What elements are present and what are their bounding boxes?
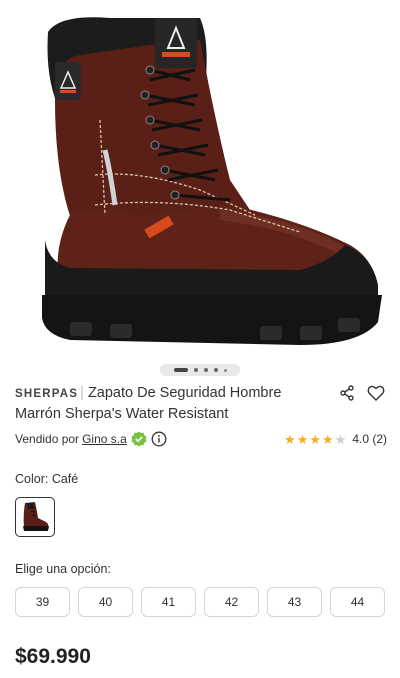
brand-name[interactable]: SHERPAS: [15, 388, 78, 400]
star-icon-filled: ★: [296, 431, 309, 447]
seller-link[interactable]: Gino s.a: [82, 432, 127, 446]
seller-prefix: Vendido por: [15, 432, 80, 446]
size-option-42[interactable]: 42: [204, 587, 259, 617]
size-options: 39 40 41 42 43 44: [15, 587, 385, 617]
info-icon[interactable]: [151, 431, 167, 447]
color-label: Color: Café: [15, 472, 79, 486]
heart-icon[interactable]: [367, 385, 385, 424]
size-option-43[interactable]: 43: [267, 587, 322, 617]
size-option-label: Elige una opción:: [15, 562, 111, 576]
verified-badge-icon: [131, 431, 147, 447]
star-icon-filled: ★: [284, 431, 296, 447]
size-option-44[interactable]: 44: [330, 587, 385, 617]
product-title-row: SHERPAS | Zapato De Seguridad Hombre Marró…: [15, 383, 385, 424]
product-rating[interactable]: ★ ★ ★ ★ ★ 4.0 (2): [284, 432, 387, 446]
carousel-dot[interactable]: [203, 368, 208, 372]
share-icon[interactable]: [339, 385, 355, 424]
carousel-dot-active[interactable]: [173, 368, 188, 372]
product-price: $69.990: [15, 645, 91, 668]
seller-row: Vendido por Gino s.a ★ ★ ★ ★ ★ 4.0 (2): [15, 429, 387, 449]
star-icon-filled: ★: [309, 431, 321, 447]
product-image[interactable]: [0, 0, 400, 350]
carousel-indicator[interactable]: [160, 364, 240, 376]
star-icon-empty: ★: [334, 431, 347, 447]
size-option-40[interactable]: 40: [78, 587, 133, 617]
carousel-dot[interactable]: [213, 368, 218, 372]
carousel-dot[interactable]: [223, 368, 227, 372]
brand-separator: |: [80, 385, 84, 401]
rating-text: 4.0 (2): [352, 432, 387, 446]
size-option-39[interactable]: 39: [15, 587, 70, 617]
star-icon-filled: ★: [322, 431, 334, 447]
carousel-dot[interactable]: [193, 368, 198, 372]
color-swatch-selected[interactable]: [15, 497, 55, 537]
title-actions: [339, 385, 385, 424]
size-option-41[interactable]: 41: [141, 587, 196, 617]
product-title: SHERPAS | Zapato De Seguridad Hombre Marró…: [15, 383, 331, 424]
